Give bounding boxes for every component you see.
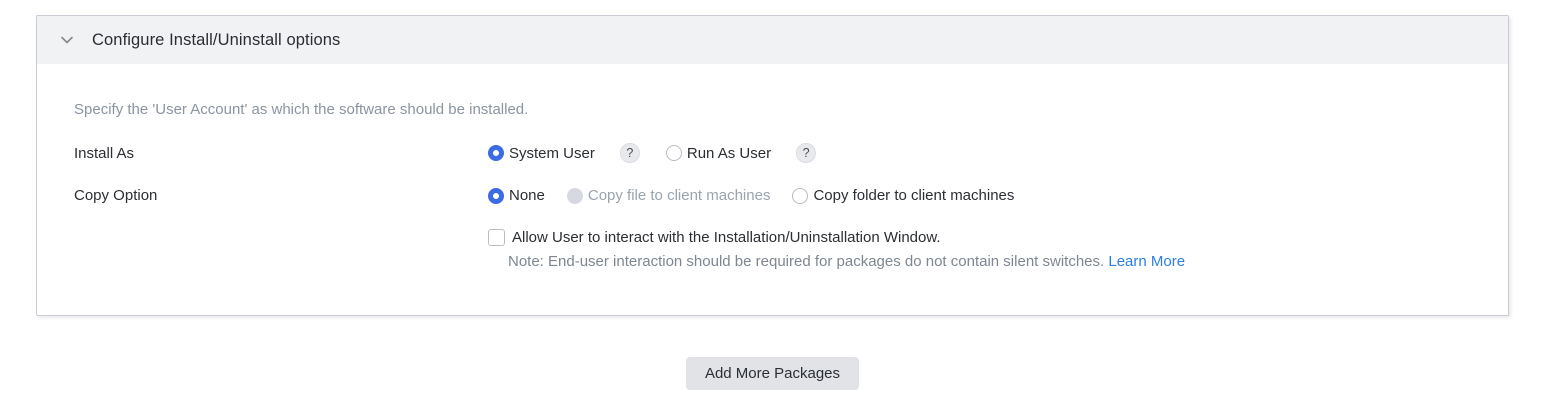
radio-selected-icon[interactable] [488, 145, 504, 161]
install-as-row: Install As System User ? Run As User ? [74, 143, 1508, 163]
radio-option-label: Run As User [687, 145, 771, 162]
panel-body: Specify the 'User Account' as which the … [37, 100, 1508, 270]
radio-option-system-user[interactable]: System User [488, 145, 595, 162]
install-as-label: Install As [74, 145, 488, 162]
radio-option-copy-file: Copy file to client machines [567, 187, 771, 204]
radio-option-label: Copy folder to client machines [813, 187, 1014, 204]
radio-option-copy-folder[interactable]: Copy folder to client machines [792, 187, 1014, 204]
radio-option-run-as-user[interactable]: Run As User [666, 145, 771, 162]
allow-user-interaction-checkbox[interactable]: Allow User to interact with the Installa… [488, 229, 1508, 246]
radio-unselected-icon[interactable] [792, 188, 808, 204]
panel-header[interactable]: Configure Install/Uninstall options [37, 16, 1508, 64]
copy-option-row: Copy Option None Copy file to client mac… [74, 187, 1508, 204]
description-text: Specify the 'User Account' as which the … [74, 100, 1508, 119]
chevron-down-icon[interactable] [57, 30, 77, 50]
configure-options-panel: Configure Install/Uninstall options Spec… [36, 15, 1509, 316]
user-interaction-row: Allow User to interact with the Installa… [488, 229, 1508, 246]
learn-more-link[interactable]: Learn More [1108, 253, 1185, 270]
radio-selected-icon[interactable] [488, 188, 504, 204]
install-as-controls: System User ? Run As User ? [488, 143, 816, 163]
panel-title: Configure Install/Uninstall options [92, 31, 340, 50]
radio-disabled-icon [567, 188, 583, 204]
radio-option-label: System User [509, 145, 595, 162]
checkbox-label: Allow User to interact with the Installa… [512, 229, 941, 246]
note-text: Note: End-user interaction should be req… [508, 253, 1104, 270]
interaction-note: Note: End-user interaction should be req… [508, 253, 1508, 270]
radio-option-label: Copy file to client machines [588, 187, 771, 204]
copy-option-controls: None Copy file to client machines Copy f… [488, 187, 1014, 204]
help-icon[interactable]: ? [796, 143, 816, 163]
add-more-packages-button[interactable]: Add More Packages [686, 357, 859, 390]
radio-option-none[interactable]: None [488, 187, 545, 204]
radio-unselected-icon[interactable] [666, 145, 682, 161]
checkbox-unchecked-icon[interactable] [488, 229, 505, 246]
radio-option-label: None [509, 187, 545, 204]
page: Configure Install/Uninstall options Spec… [0, 0, 1543, 390]
copy-option-label: Copy Option [74, 187, 488, 204]
footer: Add More Packages [36, 357, 1509, 390]
help-icon[interactable]: ? [620, 143, 640, 163]
